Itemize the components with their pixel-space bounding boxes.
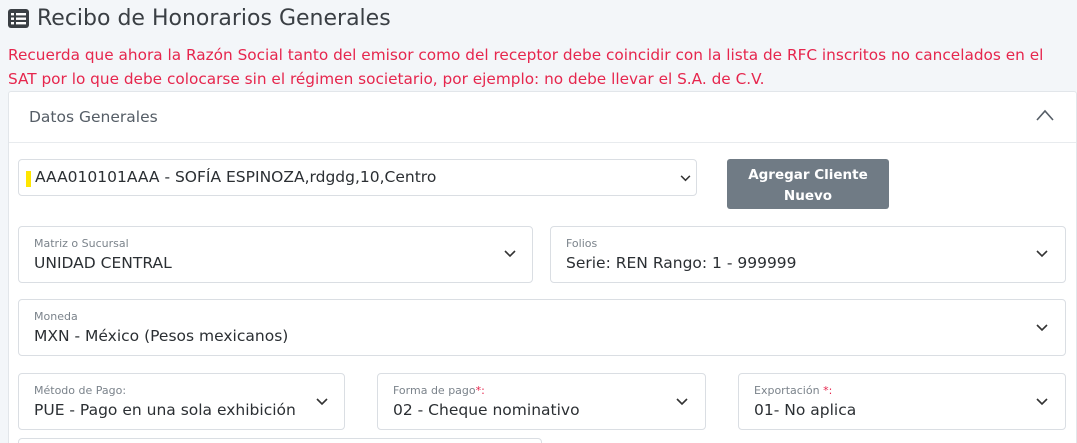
chevron-down-icon	[316, 398, 328, 406]
chevron-down-icon	[1036, 250, 1048, 258]
forma-pago-select[interactable]: Forma de pago*: 02 - Cheque nominativo	[377, 373, 706, 430]
chevron-down-icon	[676, 398, 688, 406]
matriz-value: UNIDAD CENTRAL	[34, 254, 172, 272]
list-icon	[8, 9, 29, 28]
forma-pago-value: 02 - Cheque nominativo	[393, 401, 580, 419]
client-highlight-marker	[26, 171, 31, 187]
exportacion-label: Exportación	[754, 384, 820, 397]
metodo-pago-select[interactable]: Método de Pago: PUE - Pago en una sola e…	[18, 373, 345, 430]
add-client-button-label-2: Nuevo	[783, 188, 833, 204]
matriz-select[interactable]: Matriz o Sucursal UNIDAD CENTRAL	[18, 226, 533, 283]
required-mark: *:	[823, 384, 833, 397]
chevron-up-icon[interactable]	[1036, 109, 1054, 121]
matriz-label: Matriz o Sucursal	[34, 237, 129, 250]
add-client-button-label-1: Agregar Cliente	[748, 167, 868, 183]
moneda-select[interactable]: Moneda MXN - México (Pesos mexicanos)	[18, 299, 1066, 356]
client-select[interactable]: AAA010101AAA - SOFÍA ESPINOZA,rdgdg,10,C…	[18, 159, 697, 196]
card-header[interactable]: Datos Generales	[9, 92, 1076, 143]
exportacion-label-wrap: Exportación *:	[754, 384, 832, 397]
card-title: Datos Generales	[29, 108, 158, 126]
folios-select[interactable]: Folios Serie: REN Rango: 1 - 999999	[550, 226, 1066, 283]
page-title: Recibo de Honorarios Generales	[37, 6, 391, 31]
add-client-button[interactable]: Agregar Cliente Nuevo	[727, 159, 889, 209]
forma-pago-label-wrap: Forma de pago*:	[393, 384, 485, 397]
required-mark: *:	[475, 384, 485, 397]
exportacion-select[interactable]: Exportación *: 01- No aplica	[738, 373, 1066, 430]
forma-pago-label: Forma de pago	[393, 384, 476, 397]
next-field-partial[interactable]	[18, 438, 542, 443]
rfc-warning-text: Recuerda que ahora la Razón Social tanto…	[8, 46, 1044, 88]
metodo-pago-value: PUE - Pago en una sola exhibición	[34, 401, 296, 419]
moneda-value: MXN - México (Pesos mexicanos)	[34, 327, 289, 345]
folios-label: Folios	[566, 237, 598, 250]
chevron-down-icon	[1036, 324, 1048, 332]
exportacion-value: 01- No aplica	[754, 401, 857, 419]
moneda-label: Moneda	[34, 310, 78, 323]
chevron-down-icon	[680, 175, 691, 182]
client-select-value: AAA010101AAA - SOFÍA ESPINOZA,rdgdg,10,C…	[35, 168, 437, 186]
chevron-down-icon	[1036, 398, 1048, 406]
chevron-down-icon	[504, 250, 516, 258]
page-header: Recibo de Honorarios Generales	[8, 6, 391, 31]
metodo-pago-label: Método de Pago:	[34, 384, 127, 397]
folios-value: Serie: REN Rango: 1 - 999999	[566, 254, 797, 272]
